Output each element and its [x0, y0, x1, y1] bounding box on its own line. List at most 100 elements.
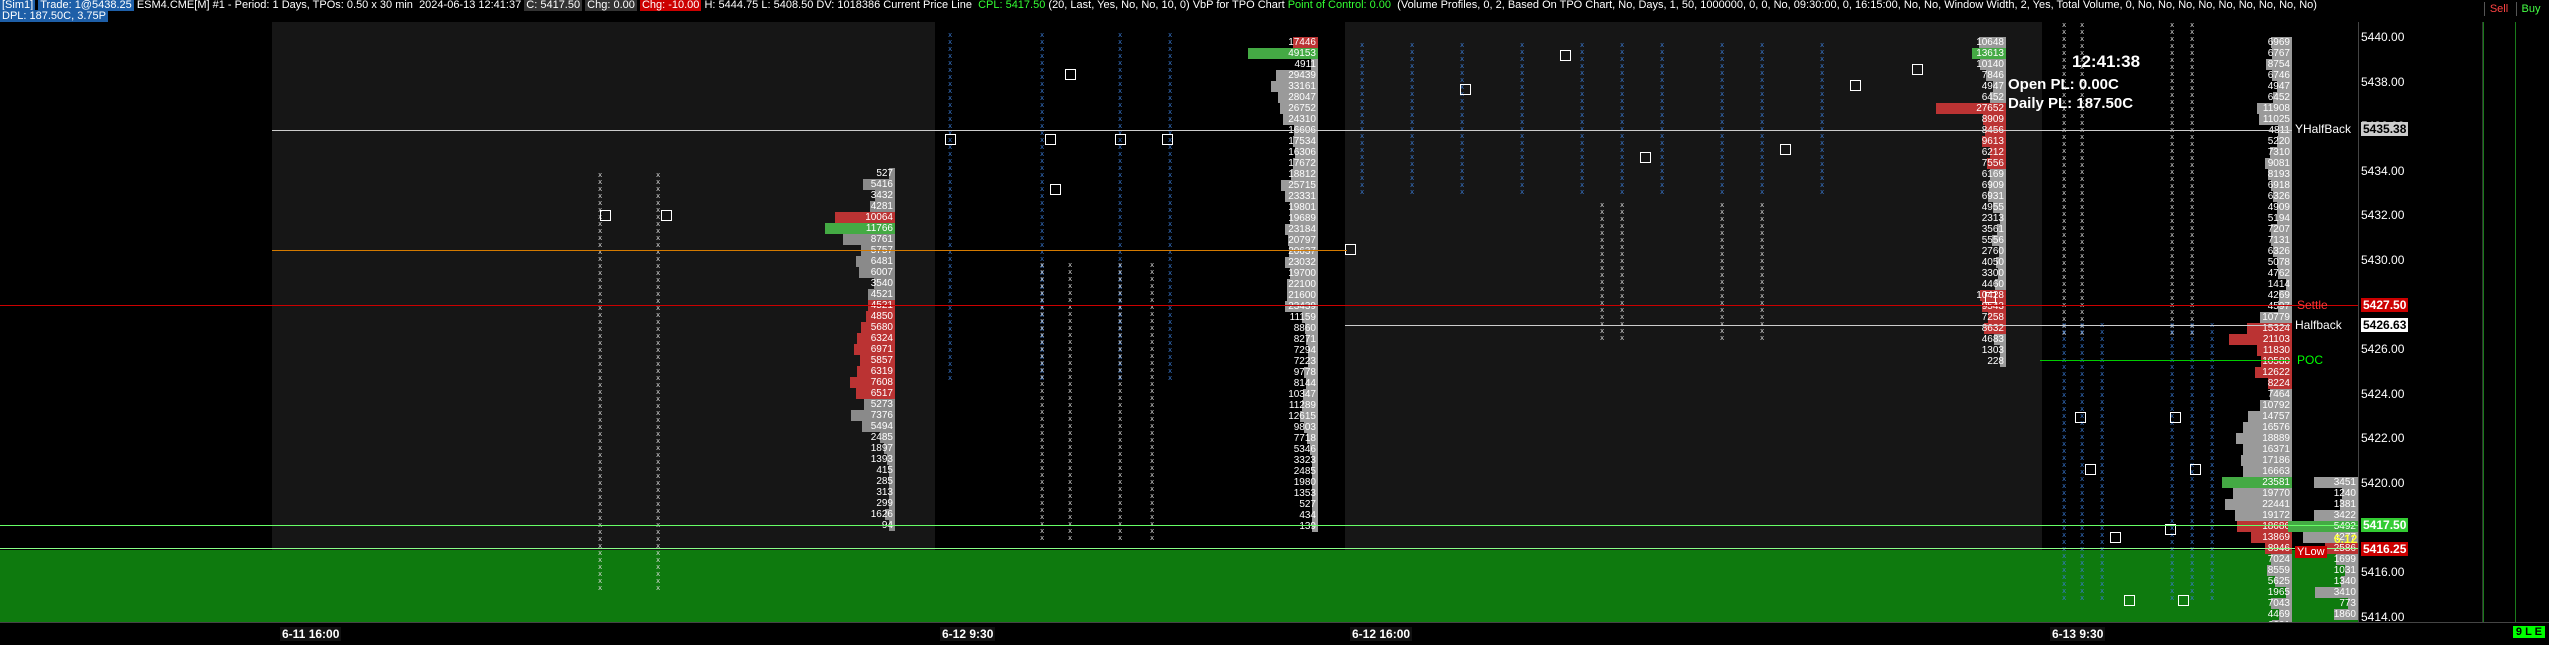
- volume-value: 4050: [1981, 257, 2004, 268]
- volume-value: 9803: [1293, 422, 1316, 433]
- volume-value: 1980: [1293, 477, 1316, 488]
- last-price-tag: 5417.50: [2361, 518, 2409, 532]
- tpo-column: x x x x x x x x x x x x x x x x x x x x …: [1150, 261, 1155, 542]
- price-tick: 5432.00: [2361, 208, 2405, 223]
- volume-value: 527: [876, 168, 893, 179]
- volume-value: 4850: [870, 311, 893, 322]
- halfback-line[interactable]: [1345, 325, 2290, 326]
- volume-value: 7294: [1293, 345, 1316, 356]
- volume-value: 7131: [2267, 235, 2290, 246]
- tpo-open-marker: [2110, 532, 2121, 543]
- volume-value: 8144: [1293, 378, 1316, 389]
- sell-button[interactable]: Sell: [2484, 2, 2513, 16]
- volume-value: 4762: [2267, 268, 2290, 279]
- volume-value: 228: [1987, 356, 2004, 367]
- volume-value: 11766: [865, 223, 893, 234]
- tpo-column: x x x x x x x x x x x x x x x x x x x x …: [1118, 261, 1123, 542]
- price-axis[interactable]: 5440.005438.005436.005434.005432.005430.…: [2358, 22, 2483, 624]
- volume-value: 23439: [1288, 301, 1316, 312]
- time-label-2: 6-12 16:00: [1350, 627, 1413, 641]
- volume-value: 7608: [870, 377, 893, 388]
- volume-value: 12615: [1288, 411, 1316, 422]
- tpo-open-marker: [1050, 184, 1061, 195]
- orange-line: [272, 250, 1347, 251]
- volume-value: 7024: [2267, 554, 2290, 565]
- tpo-column: x x x x x x x x x x x x x x x x x x x x …: [1360, 41, 1365, 196]
- volume-value: 4955: [1981, 202, 2004, 213]
- time-label-3: 6-13 9:30: [2050, 627, 2106, 641]
- yhalfback-price-tag: 5435.38: [2361, 122, 2409, 136]
- volume-value: 28047: [1288, 92, 1316, 103]
- time-axis[interactable]: 6-11 16:00 6-12 9:30 6-12 16:00 6-13 9:3…: [0, 622, 2549, 645]
- settle-price-tag: 5427.50: [2361, 298, 2409, 312]
- corner-badge: 9 L E: [2512, 626, 2545, 638]
- volume-value: 20797: [1288, 235, 1316, 246]
- tpo-column: x x x x x x x x x x x x x x x x x x x x: [1600, 201, 1605, 342]
- volume-value: 4909: [2267, 202, 2290, 213]
- volume-value: 7207: [2267, 224, 2290, 235]
- volume-value: 434: [1299, 510, 1316, 521]
- dpl-badge: DPL: 187.50C, 3.75P: [0, 10, 108, 22]
- volume-value: 23331: [1288, 191, 1316, 202]
- ylow-line[interactable]: [0, 548, 2358, 549]
- volume-value: 23581: [2262, 477, 2290, 488]
- volume-value: 1303: [1981, 345, 2004, 356]
- volume-value: 25715: [1288, 180, 1316, 191]
- volume-value: 3432: [870, 190, 893, 201]
- volume-value: 5492: [2333, 521, 2356, 532]
- chart-plot-area[interactable]: 5275416343242811006411766876157576481600…: [0, 22, 2358, 622]
- volume-value: 2485: [870, 432, 893, 443]
- tpo-column: x x x x x x x x x x x x x x x x x x x x …: [1460, 41, 1465, 196]
- volume-value: 5494: [870, 421, 893, 432]
- ylow-zone: [0, 550, 2358, 622]
- volume-value: 8271: [1293, 334, 1316, 345]
- volume-value: 5346: [1293, 444, 1316, 455]
- volume-value: 33161: [1288, 81, 1316, 92]
- poc-line[interactable]: [2040, 360, 2290, 361]
- volume-value: 4469: [2267, 609, 2290, 620]
- price-tick: 5430.00: [2361, 253, 2405, 267]
- tpo-open-marker: [1850, 80, 1861, 91]
- volume-value: 7310: [2267, 147, 2290, 158]
- order-strip[interactable]: [2482, 22, 2549, 622]
- volume-value: 5220: [2267, 136, 2290, 147]
- change-value: Chg: 0.00: [585, 0, 637, 11]
- volume-value: 1031: [2333, 565, 2356, 576]
- tpo-open-marker: [1560, 50, 1571, 61]
- volume-value: 8909: [1981, 114, 2004, 125]
- volume-value: 4281: [870, 201, 893, 212]
- volume-value: 19172: [2262, 510, 2290, 521]
- buy-button[interactable]: Buy: [2516, 2, 2545, 16]
- volume-value: 8559: [2267, 565, 2290, 576]
- tpo-column: x x x x x x x x x x x x x x x x x x x x …: [2210, 322, 2215, 602]
- tpo-open-marker: [1780, 144, 1791, 155]
- price-tick: 5426.00: [2361, 342, 2405, 357]
- tpo-open-marker: [1460, 84, 1471, 95]
- volume-value: 6931: [1981, 191, 2004, 202]
- volume-value: 11289: [1288, 400, 1316, 411]
- volume-value: 6324: [870, 333, 893, 344]
- tpo-column: x x x x x x x x x x x x x x x x x x x x …: [2190, 322, 2195, 602]
- volume-value: 22441: [2262, 499, 2290, 510]
- volume-value: 5273: [870, 399, 893, 410]
- strip-divider-left: [2483, 22, 2484, 622]
- settle-line[interactable]: [0, 305, 2358, 306]
- tpo-column: x x x x x x x x x x x x x x x x x x x x …: [2062, 322, 2067, 602]
- tpo-column: x x x x x x x x x x x x x x x x x x x x …: [1520, 41, 1525, 196]
- volume-value: 16576: [2262, 422, 2290, 433]
- volume-value: 3422: [2333, 510, 2356, 521]
- volume-value: 8860: [1293, 323, 1316, 334]
- volume-value: 6169: [1981, 169, 2004, 180]
- tpo-column: x x x x x x x x x x x x x x x x x x x x …: [2100, 322, 2105, 602]
- volume-value: 5857: [870, 355, 893, 366]
- yhalfback-line[interactable]: [272, 130, 2292, 131]
- tpo-open-marker: [1640, 152, 1651, 163]
- daily-pl: Daily PL: 187.50C: [2008, 95, 2134, 112]
- time-label-1: 6-12 9:30: [940, 627, 996, 641]
- volume-profile-params: (Volume Profiles, 0, 2, Based On TPO Cha…: [1397, 0, 2317, 11]
- tpo-column: x x x x x x x x x x x x x x x x x x x x …: [1040, 261, 1045, 542]
- volume-value: 6517: [870, 388, 893, 399]
- volume-value: 1340: [2333, 576, 2356, 587]
- last-price-line[interactable]: [0, 525, 2358, 526]
- tpo-column: x x x x x x x x x x x x x x x x x x x x …: [1068, 261, 1073, 542]
